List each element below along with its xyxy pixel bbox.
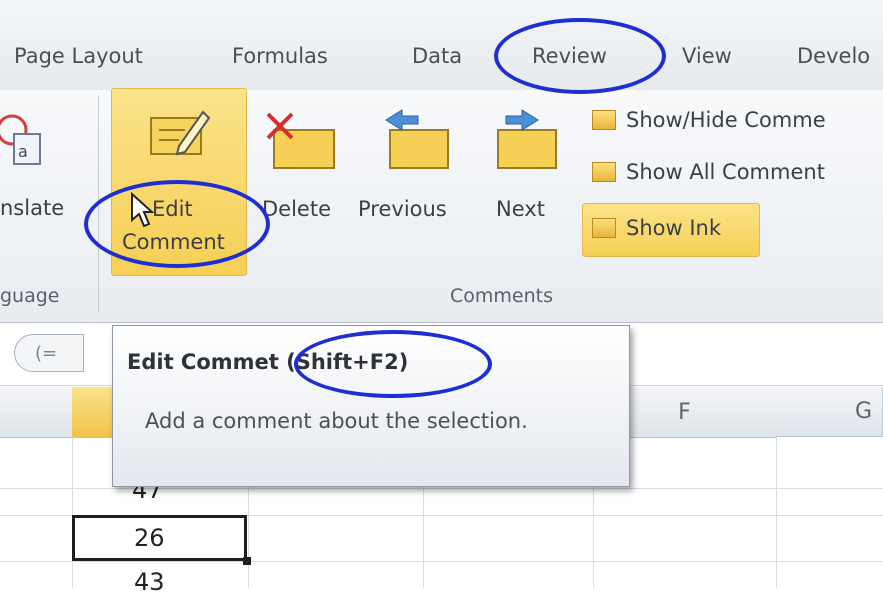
show-ink-label: Show Ink	[626, 216, 722, 240]
tab-view[interactable]: View	[682, 44, 732, 68]
active-cell-border[interactable]	[72, 515, 247, 561]
show-all-comments-button[interactable]: Show All Comment	[592, 160, 825, 184]
show-all-icon	[592, 162, 616, 182]
annotation-circle-review	[494, 18, 666, 94]
show-hide-comment-button[interactable]: Show/Hide Comme	[592, 108, 826, 132]
edit-comment-content	[111, 100, 245, 170]
fill-handle[interactable]	[243, 557, 251, 565]
grid-line	[776, 437, 777, 588]
tab-page-layout[interactable]: Page Layout	[14, 44, 143, 68]
tab-data[interactable]: Data	[412, 44, 462, 68]
annotation-circle-shortcut	[294, 330, 492, 398]
mouse-pointer-icon	[130, 191, 155, 232]
annotation-circle-edit-comment	[84, 180, 270, 268]
group-language-label: guage	[0, 285, 60, 307]
tab-formulas[interactable]: Formulas	[232, 44, 328, 68]
name-box[interactable]: (=	[14, 334, 84, 372]
show-all-label: Show All Comment	[626, 160, 825, 184]
column-header[interactable]	[0, 387, 73, 438]
grid-line	[0, 561, 883, 562]
previous-comment-button[interactable]: Previous	[358, 197, 447, 221]
column-g-label: G	[854, 399, 872, 424]
previous-comment-icon	[382, 106, 452, 174]
tab-developer[interactable]: Develo	[797, 44, 870, 68]
ribbon-tab-strip: Page Layout Formulas Data Review View De…	[0, 0, 883, 91]
translate-icon: a	[0, 112, 46, 174]
next-comment-icon	[492, 106, 562, 174]
translate-button-label[interactable]: nslate	[0, 196, 64, 220]
column-f-label: F	[678, 399, 691, 425]
grid-line	[72, 437, 73, 588]
next-comment-button[interactable]: Next	[496, 197, 545, 221]
cell-value[interactable]: 43	[134, 568, 165, 596]
name-box-glyph: (=	[35, 342, 58, 364]
svg-text:a: a	[18, 142, 28, 161]
show-hide-icon	[592, 110, 616, 130]
tooltip-title-prefix: Edit Comme	[127, 350, 269, 374]
show-ink-button[interactable]: Show Ink	[592, 216, 721, 240]
show-hide-label: Show/Hide Comme	[626, 108, 826, 132]
edit-comment-icon	[145, 100, 211, 170]
group-comments-label: Comments	[450, 285, 553, 307]
delete-comment-button[interactable]: Delete	[262, 197, 331, 221]
delete-comment-icon	[262, 108, 340, 174]
tooltip-body: Add a comment about the selection.	[145, 409, 528, 433]
column-header-g[interactable]: G	[776, 387, 883, 437]
show-ink-icon	[592, 218, 616, 238]
